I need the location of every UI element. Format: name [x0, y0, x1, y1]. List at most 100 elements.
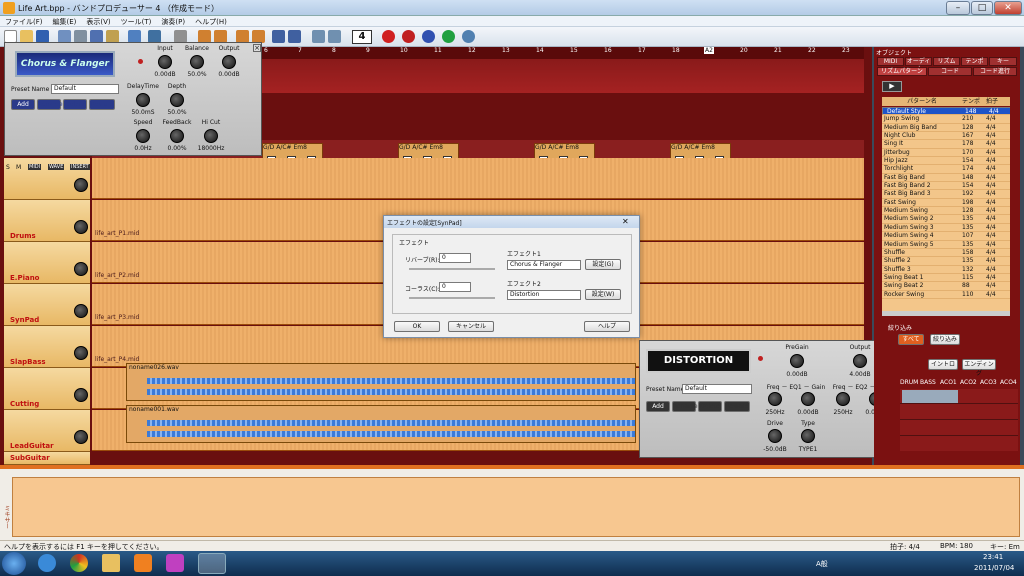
depth-knob[interactable] [170, 93, 184, 107]
chorus-input[interactable]: 0 [439, 282, 471, 292]
ie-icon[interactable] [38, 554, 56, 572]
pattern-row[interactable]: Fast Swing 198 4/4 [882, 199, 1010, 208]
output-knob[interactable] [853, 354, 867, 368]
output-knob[interactable] [222, 55, 236, 69]
drive-knob[interactable] [768, 429, 782, 443]
section-marker[interactable]: A2 [704, 47, 714, 54]
pause-icon[interactable] [422, 30, 435, 43]
pregain-knob[interactable] [790, 354, 804, 368]
pan-knob[interactable] [74, 262, 88, 276]
preset-restore-button[interactable]: Restore [89, 99, 115, 110]
type-knob[interactable] [801, 429, 815, 443]
preset-select[interactable]: Default [682, 384, 752, 394]
start-button[interactable] [2, 552, 26, 575]
preset-select[interactable]: Default [51, 84, 119, 94]
pattern-row[interactable]: Night Club 167 4/4 [882, 132, 1010, 141]
stop-icon[interactable] [402, 30, 415, 43]
track-lane[interactable] [92, 158, 864, 199]
pattern-row[interactable]: Fast Big Band 2 154 4/4 [882, 182, 1010, 191]
pattern-row[interactable]: Medium Swing 4 107 4/4 [882, 232, 1010, 241]
audio-clip[interactable]: noname001.wav [126, 405, 636, 443]
effect1-settings-button[interactable]: 設定(G) [585, 259, 621, 270]
mute-button[interactable]: M [16, 164, 21, 171]
tab-chord-progression[interactable]: コード進行 [973, 67, 1017, 76]
undo-icon[interactable] [272, 30, 285, 43]
pattern-row[interactable]: Sing It 178 4/4 [882, 140, 1010, 149]
wave-button[interactable]: WAVE [48, 164, 65, 170]
filter-intro-button[interactable]: イントロ [928, 359, 958, 370]
pattern-row[interactable]: Jitterbug 170 4/4 [882, 149, 1010, 158]
hicut-knob[interactable] [204, 129, 218, 143]
pattern-row[interactable]: Swing Beat 1 115 4/4 [882, 274, 1010, 283]
preset-rename-button[interactable]: Rename [37, 99, 63, 110]
preset-add-button[interactable]: Add [11, 99, 35, 110]
quantize-select[interactable]: 4 [352, 30, 372, 44]
pattern-row[interactable]: Default Style 148 4/4 [882, 107, 1010, 116]
tab-key[interactable]: キー [989, 57, 1017, 66]
redo-icon[interactable] [288, 30, 301, 43]
pattern-row[interactable]: Fast Big Band 3 192 4/4 [882, 190, 1010, 199]
pattern-row[interactable]: Rocker Swing 110 4/4 [882, 291, 1010, 299]
feedback-knob[interactable] [170, 129, 184, 143]
tab-chord[interactable]: コード [928, 67, 972, 76]
pattern-row[interactable]: Medium Big Band 128 4/4 [882, 124, 1010, 133]
eq1-freq-knob[interactable] [768, 392, 782, 406]
pattern-row[interactable]: Medium Swing 2 135 4/4 [882, 215, 1010, 224]
preset-add-button[interactable]: Add [646, 401, 670, 412]
pattern-row[interactable]: Hip Jazz 154 4/4 [882, 157, 1010, 166]
preset-delete-button[interactable]: Delete [698, 401, 722, 412]
pattern-row[interactable]: Fast Big Band 148 4/4 [882, 174, 1010, 183]
power-led-icon[interactable] [138, 59, 143, 64]
solo-button[interactable]: S [6, 164, 10, 171]
input-knob[interactable] [158, 55, 172, 69]
preset-delete-button[interactable]: Delete [63, 99, 87, 110]
pan-knob[interactable] [74, 430, 88, 444]
midi-button[interactable]: MIDI [28, 164, 42, 170]
preset-rename-button[interactable]: Rename [672, 401, 698, 412]
explorer-icon[interactable] [102, 554, 120, 572]
pan-knob[interactable] [74, 304, 88, 318]
preset-restore-button[interactable]: Restore [724, 401, 750, 412]
zoom-out-icon[interactable] [328, 30, 341, 43]
ok-button[interactable]: OK [394, 321, 440, 332]
pan-knob[interactable] [74, 388, 88, 402]
pan-knob[interactable] [74, 346, 88, 360]
close-button[interactable]: ✕ [994, 1, 1022, 15]
band-producer-task-icon[interactable] [198, 553, 226, 574]
record-icon[interactable] [382, 30, 395, 43]
power-led-icon[interactable] [758, 356, 763, 361]
pattern-row[interactable]: Swing Beat 2 88 4/4 [882, 282, 1010, 291]
effect1-select[interactable]: Chorus & Flanger [507, 260, 581, 270]
zoom-in-icon[interactable] [312, 30, 325, 43]
delay-knob[interactable] [136, 93, 150, 107]
effect2-select[interactable]: Distortion [507, 290, 581, 300]
pattern-row[interactable]: Shuffle 158 4/4 [882, 249, 1010, 258]
chrome-icon[interactable] [70, 554, 88, 572]
pattern-row[interactable]: Medium Swing 3 135 4/4 [882, 224, 1010, 233]
speed-knob[interactable] [136, 129, 150, 143]
reverb-input[interactable]: 0 [439, 253, 471, 263]
filter-ending-button[interactable]: エンディング [962, 359, 996, 377]
chorus-slider[interactable] [409, 297, 495, 299]
tab-rhythm[interactable]: リズム [933, 57, 960, 66]
pattern-row[interactable]: Shuffle 3 132 4/4 [882, 266, 1010, 274]
horizontal-scrollbar[interactable] [882, 311, 1010, 316]
pattern-row[interactable]: Shuffle 2 135 4/4 [882, 257, 1010, 266]
eq2-freq-knob[interactable] [836, 392, 850, 406]
filter-all-button[interactable]: すべて [898, 334, 924, 345]
ime-indicator[interactable]: A般 [816, 559, 828, 569]
pan-knob[interactable] [74, 178, 88, 192]
maximize-button[interactable]: □ [971, 1, 993, 15]
close-icon[interactable]: ✕ [622, 217, 629, 226]
insert-button[interactable]: INSERT [70, 164, 90, 170]
media-player-icon[interactable] [134, 554, 152, 572]
play-icon[interactable]: ▶ [882, 81, 902, 92]
pattern-row[interactable]: Medium Swing 128 4/4 [882, 207, 1010, 216]
filter-narrow-button[interactable]: 絞り込み [930, 334, 960, 345]
effect2-settings-button[interactable]: 設定(W) [585, 289, 621, 300]
minimize-button[interactable]: – [946, 1, 970, 15]
app-icon[interactable] [166, 554, 184, 572]
tab-rhythm-pattern[interactable]: リズムパターン [877, 67, 927, 76]
balance-knob[interactable] [190, 55, 204, 69]
pattern-list[interactable]: Default Style1484/4Nice and Easy924/4Jum… [882, 107, 1010, 311]
